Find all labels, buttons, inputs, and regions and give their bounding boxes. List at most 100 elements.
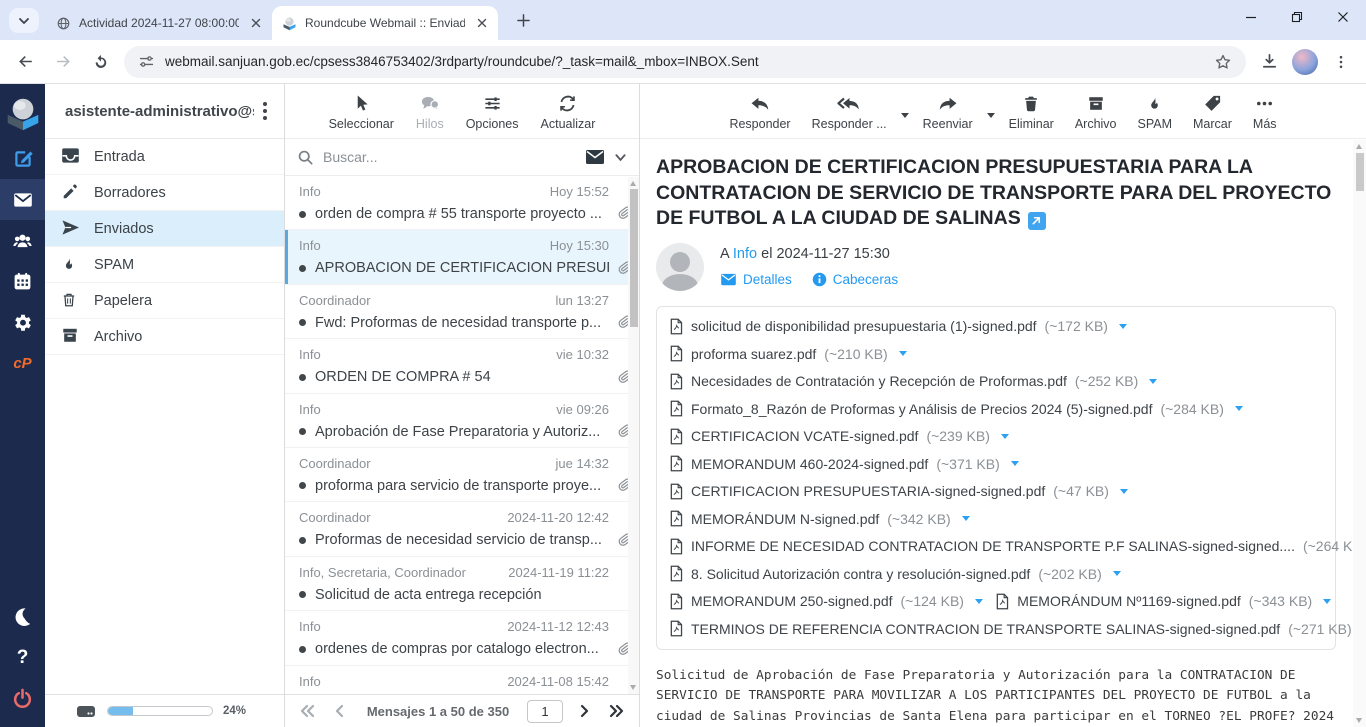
reply-all-dropdown-caret[interactable] (901, 113, 909, 118)
headers-toggle[interactable]: Cabeceras (812, 272, 898, 287)
back-button[interactable] (10, 47, 40, 77)
compose-button[interactable] (0, 138, 45, 179)
url-bar[interactable]: webmail.sanjuan.gob.ec/cpsess3846753402/… (124, 46, 1246, 78)
archive-button[interactable]: Archivo (1068, 92, 1124, 138)
list-scrollbar-thumb[interactable] (630, 189, 638, 327)
attachment-item[interactable]: MEMORÁNDUM N-signed.pdf (~342 KB) (669, 510, 970, 527)
site-info-icon[interactable] (138, 53, 155, 70)
attachment-name[interactable]: MEMORANDUM 250-signed.pdf (691, 593, 893, 609)
attachment-name[interactable]: Formato_8_Razón de Proformas y Análisis … (691, 401, 1152, 417)
attachment-name[interactable]: MEMORÁNDUM N-signed.pdf (691, 511, 879, 527)
previous-page-button[interactable] (325, 699, 353, 723)
attachment-menu-caret[interactable] (1119, 324, 1127, 329)
help-button[interactable]: ? (0, 637, 45, 678)
attachment-item[interactable]: INFORME DE NECESIDAD CONTRATACION DE TRA… (669, 538, 1323, 555)
attachment-name[interactable]: proforma suarez.pdf (691, 346, 816, 362)
settings-nav-button[interactable] (0, 302, 45, 343)
attachment-name[interactable]: MEMORANDUM 460-2024-signed.pdf (691, 456, 928, 472)
bookmark-star-icon[interactable] (1214, 53, 1232, 71)
attachment-menu-caret[interactable] (1001, 434, 1009, 439)
message-row[interactable]: Info Hoy 15:52 orden de compra # 55 tran… (285, 176, 639, 230)
browser-profile-avatar[interactable] (1292, 49, 1318, 75)
attachment-name[interactable]: Necesidades de Contratación y Recepción … (691, 373, 1067, 389)
tab-close-icon[interactable] (473, 15, 490, 32)
folder-item-entrada[interactable]: Entrada (45, 139, 284, 175)
attachment-item[interactable]: MEMORANDUM 250-signed.pdf (~124 KB) (669, 593, 975, 610)
attachment-name[interactable]: 8. Solicitud Autorización contra y resol… (691, 566, 1030, 582)
attachment-item[interactable]: Formato_8_Razón de Proformas y Análisis … (669, 400, 1243, 417)
attachment-item[interactable]: MEMORÁNDUM Nº1169-signed.pdf (~343 KB) (995, 593, 1323, 610)
refresh-list-button[interactable]: Actualizar (541, 92, 596, 138)
dark-mode-button[interactable] (0, 596, 45, 637)
message-row[interactable]: Info vie 09:26 Aprobación de Fase Prepar… (285, 394, 639, 448)
account-menu-button[interactable] (254, 102, 276, 120)
details-toggle[interactable]: Detalles (720, 272, 792, 287)
forward-button[interactable]: Reenviar (916, 92, 980, 138)
attachment-item[interactable]: CERTIFICACION VCATE-signed.pdf (~239 KB) (669, 428, 1009, 445)
mail-scrollbar[interactable] (1353, 140, 1366, 727)
select-button[interactable]: Seleccionar (329, 92, 394, 138)
message-row[interactable]: Coordinador jue 14:32 proforma para serv… (285, 448, 639, 502)
mail-scrollbar-thumb[interactable] (1356, 153, 1364, 191)
spam-button[interactable]: SPAM (1131, 92, 1180, 138)
browser-menu-button[interactable] (1326, 47, 1356, 77)
mail-scroll-down-arrow[interactable] (1356, 718, 1362, 723)
last-page-button[interactable] (603, 699, 631, 723)
attachment-name[interactable]: TERMINOS DE REFERENCIA CONTRACION DE TRA… (691, 621, 1280, 637)
calendar-nav-button[interactable] (0, 261, 45, 302)
mail-scroll-up-arrow[interactable] (1356, 144, 1362, 149)
browser-tab-roundcube[interactable]: Roundcube Webmail :: Enviados (272, 6, 498, 40)
next-page-button[interactable] (571, 699, 599, 723)
window-close-button[interactable] (1320, 0, 1366, 33)
scroll-down-arrow[interactable] (630, 685, 636, 690)
attachment-menu-caret[interactable] (1235, 406, 1243, 411)
reply-button[interactable]: Responder (722, 92, 797, 138)
cpanel-link[interactable]: cP (0, 343, 45, 384)
delete-button[interactable]: Eliminar (1002, 92, 1061, 138)
attachment-item[interactable]: MEMORANDUM 460-2024-signed.pdf (~371 KB) (669, 455, 1019, 472)
url-text[interactable]: webmail.sanjuan.gob.ec/cpsess3846753402/… (165, 54, 1204, 69)
attachment-menu-caret[interactable] (1120, 489, 1128, 494)
folder-item-borradores[interactable]: Borradores (45, 175, 284, 211)
attachment-menu-caret[interactable] (1011, 461, 1019, 466)
browser-tab-activity[interactable]: Actividad 2024-11-27 08:00:00 (46, 6, 272, 40)
attachment-name[interactable]: MEMORÁNDUM Nº1169-signed.pdf (1017, 593, 1240, 609)
mail-nav-button[interactable] (0, 179, 45, 220)
message-row[interactable]: Coordinador 2024-11-20 12:42 Proformas d… (285, 502, 639, 556)
message-row[interactable]: Coordinador lun 13:27 Fwd: Proformas de … (285, 285, 639, 339)
tab-close-icon[interactable] (247, 15, 264, 32)
more-button[interactable]: Más (1246, 92, 1284, 138)
attachment-item[interactable]: CERTIFICACION PRESUPUESTARIA-signed-sign… (669, 483, 1128, 500)
forward-button[interactable] (48, 47, 78, 77)
folder-item-papelera[interactable]: Papelera (45, 283, 284, 319)
forward-dropdown-caret[interactable] (987, 113, 995, 118)
search-options-chevron-icon[interactable] (614, 151, 627, 164)
contacts-nav-button[interactable] (0, 220, 45, 261)
attachment-name[interactable]: CERTIFICACION VCATE-signed.pdf (691, 428, 918, 444)
search-placeholder[interactable]: Buscar... (323, 149, 576, 165)
search-scope-mail-icon[interactable] (585, 149, 605, 165)
new-tab-button[interactable] (510, 7, 536, 33)
recipient-link[interactable]: Info (733, 246, 757, 262)
window-minimize-button[interactable] (1228, 0, 1274, 33)
attachment-item[interactable]: solicitud de disponibilidad presupuestar… (669, 318, 1127, 335)
attachment-item[interactable]: 8. Solicitud Autorización contra y resol… (669, 565, 1121, 582)
open-in-new-window-button[interactable] (1028, 212, 1046, 230)
message-row[interactable]: Info 2024-11-08 15:42 (285, 666, 639, 694)
page-number-input[interactable]: 1 (527, 700, 563, 723)
attachment-menu-caret[interactable] (899, 351, 907, 356)
attachment-name[interactable]: solicitud de disponibilidad presupuestar… (691, 318, 1037, 334)
attachment-item[interactable]: TERMINOS DE REFERENCIA CONTRACION DE TRA… (669, 620, 1323, 637)
attachment-name[interactable]: CERTIFICACION PRESUPUESTARIA-signed-sign… (691, 483, 1045, 499)
refresh-button[interactable] (86, 47, 116, 77)
window-restore-button[interactable] (1274, 0, 1320, 33)
attachment-menu-caret[interactable] (962, 516, 970, 521)
logout-button[interactable] (0, 678, 45, 719)
message-row[interactable]: Info vie 10:32 ORDEN DE COMPRA # 54 (285, 339, 639, 393)
attachment-item[interactable]: Necesidades de Contratación y Recepción … (669, 373, 1157, 390)
mark-button[interactable]: Marcar (1186, 92, 1239, 138)
attachment-menu-caret[interactable] (1149, 379, 1157, 384)
downloads-button[interactable] (1254, 47, 1284, 77)
list-scrollbar[interactable] (628, 177, 639, 694)
threads-button[interactable]: Hilos (416, 92, 444, 138)
